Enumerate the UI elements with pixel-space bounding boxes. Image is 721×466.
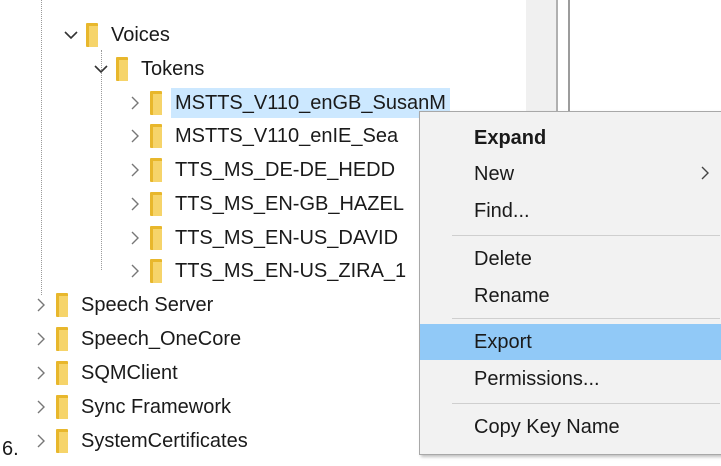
menu-separator <box>452 403 720 404</box>
tree-node-token[interactable]: TTS_MS_EN-US_DAVID <box>124 221 402 255</box>
tree-node-label: MSTTS_V110_enGB_SusanM <box>171 88 450 118</box>
tree-node-token[interactable]: TTS_MS_EN-US_ZIRA_1 <box>124 254 410 288</box>
chevron-right-icon[interactable] <box>124 260 146 282</box>
menu-item-export[interactable]: Export <box>420 324 721 360</box>
folder-icon <box>56 293 68 317</box>
tree-node-label: SQMClient <box>81 362 178 384</box>
menu-item-delete[interactable]: Delete <box>420 241 721 277</box>
folder-icon <box>150 158 162 182</box>
folder-icon <box>116 57 128 81</box>
pane-divider <box>556 0 558 118</box>
menu-item-label: Permissions... <box>474 367 600 390</box>
tree-node-label: Tokens <box>141 58 205 80</box>
menu-item-label: Delete <box>474 247 532 270</box>
folder-icon <box>150 226 162 250</box>
context-menu: Expand New Find... Delete Rename Export … <box>419 111 721 455</box>
menu-separator <box>452 318 720 319</box>
chevron-right-icon[interactable] <box>30 328 52 350</box>
tree-node-label: Sync Framework <box>81 396 232 418</box>
folder-icon <box>86 23 98 47</box>
folder-icon <box>150 259 162 283</box>
menu-item-copy-key-name[interactable]: Copy Key Name <box>420 409 721 445</box>
chevron-right-icon[interactable] <box>30 294 52 316</box>
chevron-right-icon[interactable] <box>124 159 146 181</box>
folder-icon <box>150 124 162 148</box>
scrollbar-track[interactable] <box>526 0 556 118</box>
folder-icon <box>150 91 162 115</box>
menu-item-label: Rename <box>474 284 550 307</box>
tree-node-token[interactable]: TTS_MS_DE-DE_HEDD <box>124 153 399 187</box>
menu-item-find[interactable]: Find... <box>420 193 721 229</box>
tree-node-speech-onecore[interactable]: Speech_OneCore <box>30 322 245 356</box>
tree-node-label: Voices <box>111 24 170 46</box>
chevron-right-icon[interactable] <box>124 125 146 147</box>
chevron-right-icon[interactable] <box>30 430 52 452</box>
tree-node-token[interactable]: TTS_MS_EN-GB_HAZEL <box>124 187 408 221</box>
tree-node-speech-server[interactable]: Speech Server <box>30 288 217 322</box>
tree-node-label: TTS_MS_EN-US_ZIRA_1 <box>175 260 407 282</box>
chevron-right-icon[interactable] <box>30 396 52 418</box>
tree-node-sqmclient[interactable]: SQMClient <box>30 356 182 390</box>
chevron-down-icon[interactable] <box>90 58 112 80</box>
menu-item-new[interactable]: New <box>420 156 721 192</box>
chevron-right-icon[interactable] <box>124 227 146 249</box>
chevron-right-icon[interactable] <box>124 193 146 215</box>
tree-node-token-selected[interactable]: MSTTS_V110_enGB_SusanM <box>124 86 450 120</box>
chevron-right-icon <box>701 166 709 185</box>
menu-item-label: Find... <box>474 199 530 222</box>
folder-icon <box>56 395 68 419</box>
menu-item-rename[interactable]: Rename <box>420 278 721 314</box>
tree-node-sync-framework[interactable]: Sync Framework <box>30 390 235 424</box>
menu-separator <box>452 235 720 236</box>
folder-icon <box>56 327 68 351</box>
chevron-right-icon[interactable] <box>30 362 52 384</box>
tree-guide-line <box>41 0 42 295</box>
menu-item-expand[interactable]: Expand <box>420 120 721 156</box>
tree-node-label: TTS_MS_DE-DE_HEDD <box>175 159 396 181</box>
tree-node-label: TTS_MS_EN-US_DAVID <box>175 227 399 249</box>
folder-icon <box>150 192 162 216</box>
tree-node-systemcertificates[interactable]: SystemCertificates <box>30 424 252 458</box>
folder-icon <box>56 429 68 453</box>
pane-splitter[interactable] <box>568 0 570 118</box>
folder-icon <box>56 361 68 385</box>
tree-node-token[interactable]: MSTTS_V110_enIE_Sea <box>124 119 402 153</box>
tree-node-voices[interactable]: Voices <box>60 18 174 52</box>
tree-node-label: SystemCertificates <box>81 430 248 452</box>
tree-node-label: TTS_MS_EN-GB_HAZEL <box>175 193 404 215</box>
chevron-down-icon[interactable] <box>60 24 82 46</box>
menu-item-label: Export <box>474 330 532 353</box>
step-number: 6. <box>2 438 19 460</box>
menu-item-label: Expand <box>474 126 547 149</box>
tree-node-label: Speech_OneCore <box>81 328 242 350</box>
menu-item-label: Copy Key Name <box>474 415 620 438</box>
chevron-right-icon[interactable] <box>124 92 146 114</box>
menu-item-label: New <box>474 162 515 185</box>
tree-node-label: MSTTS_V110_enIE_Sea <box>175 125 399 147</box>
menu-item-permissions[interactable]: Permissions... <box>420 361 721 397</box>
tree-node-tokens[interactable]: Tokens <box>90 52 208 86</box>
tree-node-label: Speech Server <box>81 294 214 316</box>
